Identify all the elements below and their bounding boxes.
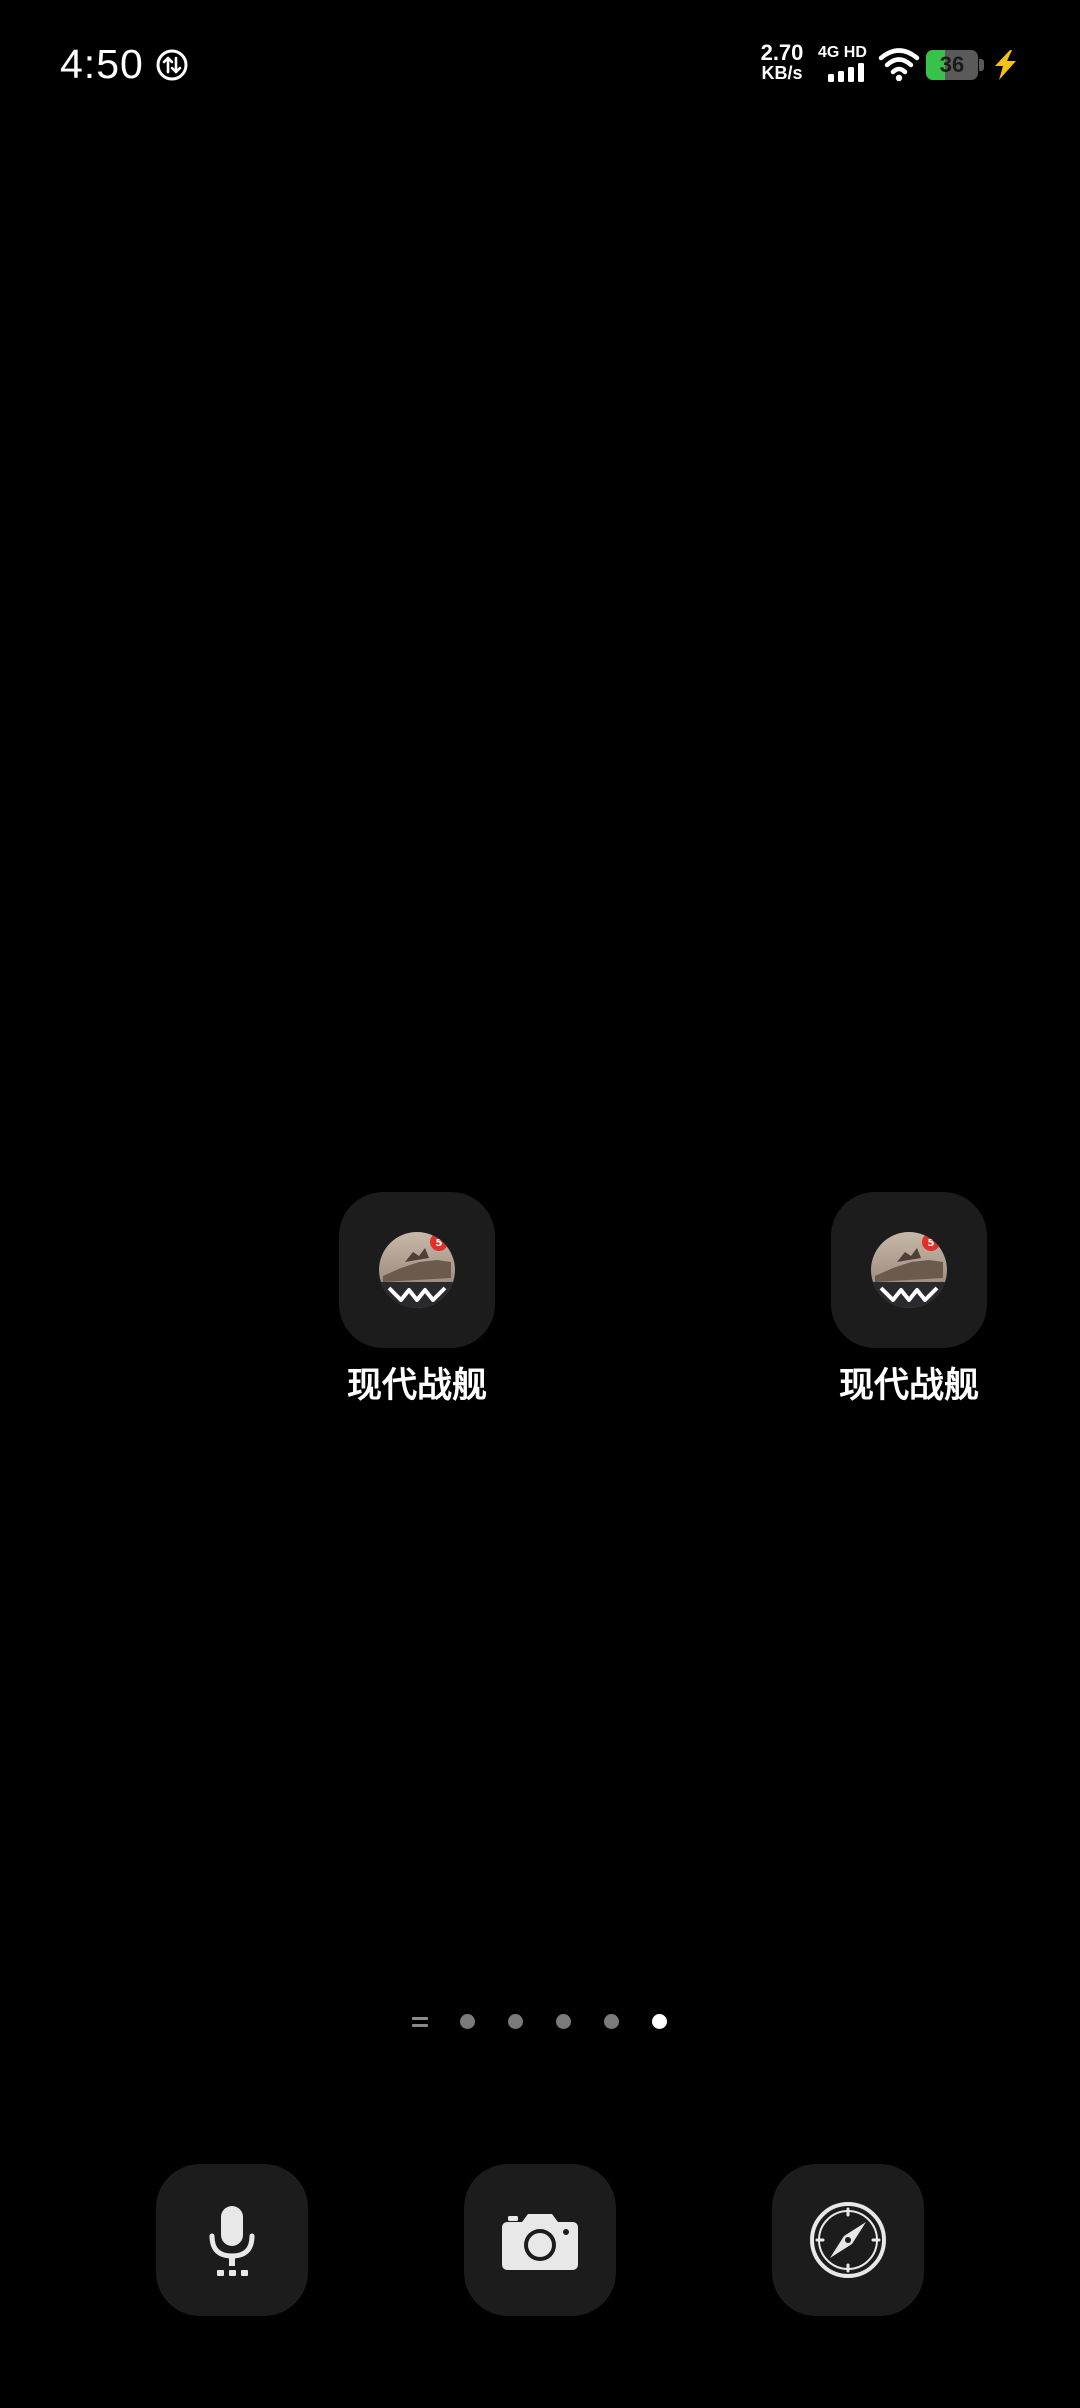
compass-icon [810,2202,886,2278]
battery-percent: 36 [939,52,965,77]
browser-button[interactable] [772,2164,924,2316]
camera-icon [502,2214,578,2270]
app-label: 现代战舰 [838,1366,979,1405]
modern-warships-app-icon: 5 [379,1232,455,1308]
camera-button[interactable] [464,2164,616,2316]
voice-assistant-button[interactable] [156,2164,308,2316]
status-time: 4:50 [60,41,144,87]
network-speed-unit: KB/s [761,63,803,83]
modern-warships-app-icon: 5 [871,1232,947,1308]
status-bar: 4:50 2.70 KB/s 4G HD 36 [0,0,1080,128]
page-indicator[interactable] [408,2010,678,2034]
app-label: 现代战舰 [346,1366,487,1405]
page-dot[interactable] [508,2014,523,2029]
page-dot-active[interactable] [652,2014,667,2029]
svg-text:5: 5 [928,1238,935,1249]
charging-icon [995,50,1016,80]
page-dot[interactable] [460,2014,475,2029]
data-saver-icon [156,49,188,81]
app-tile[interactable]: 5 [339,1192,495,1348]
network-speed-value: 2.70 [760,40,804,65]
wifi-icon [878,48,920,82]
microphone-icon [209,2206,255,2276]
page-dot[interactable] [604,2014,619,2029]
network-speed: 2.70 KB/s [754,40,810,83]
app-drawer-indicator-icon[interactable] [412,2017,428,2027]
app-icon-modern-warships[interactable]: 5 现代战舰 [809,1192,1009,1412]
signal-icon [828,63,864,82]
app-icon-modern-warships[interactable]: 5 现代战舰 [317,1192,517,1412]
network-type-label: 4G HD [818,44,867,61]
app-tile[interactable]: 5 [831,1192,987,1348]
svg-text:5: 5 [436,1238,443,1249]
battery-icon: 36 [926,50,984,80]
page-dot[interactable] [556,2014,571,2029]
